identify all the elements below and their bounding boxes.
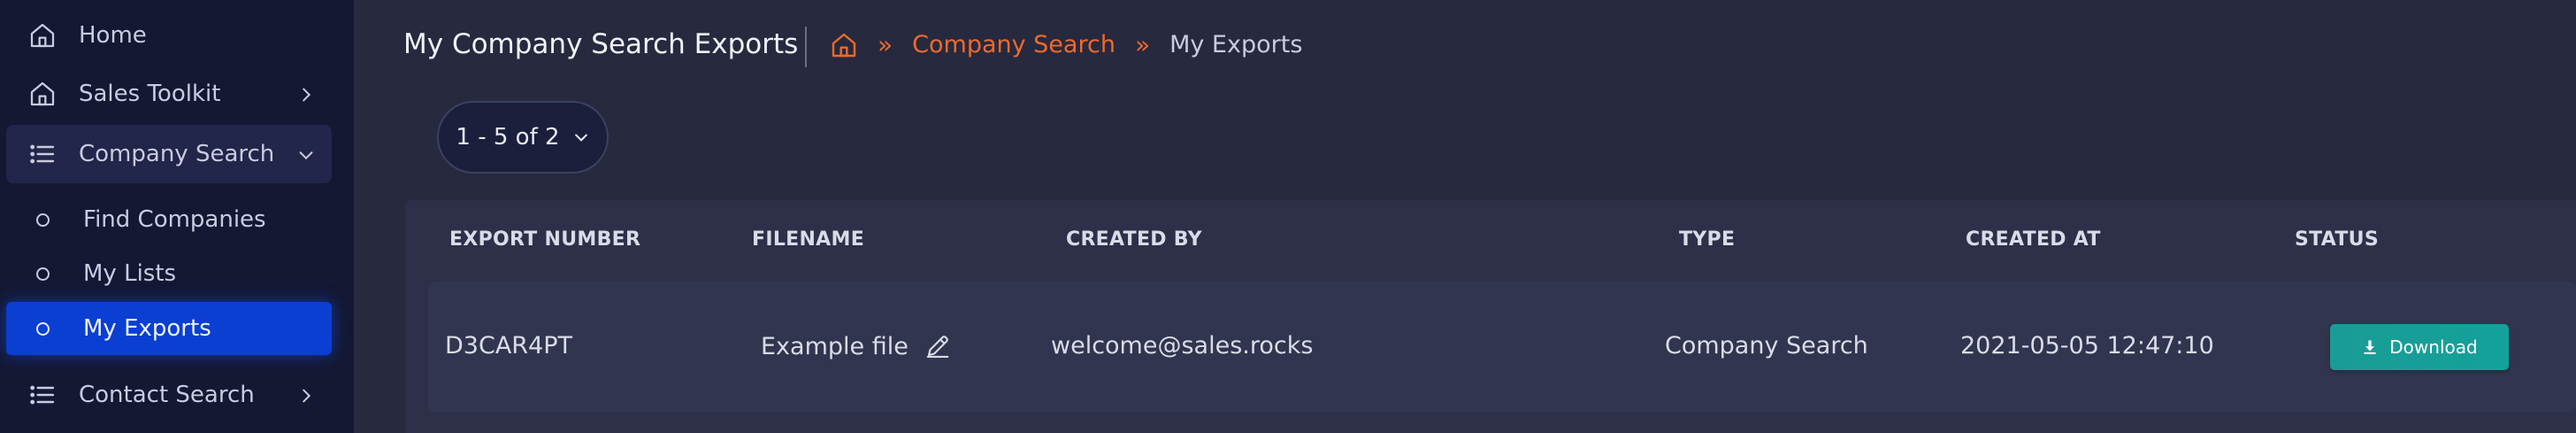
column-header-status[interactable]: STATUS	[2295, 228, 2379, 251]
sidebar-subitem-label: My Lists	[83, 260, 177, 287]
column-header-created-at[interactable]: CREATED AT	[1966, 228, 2101, 251]
home-icon	[27, 79, 58, 109]
circle-icon	[36, 321, 50, 336]
sidebar-subitem-label: My Exports	[83, 315, 211, 342]
download-button[interactable]: Download	[2330, 324, 2509, 370]
sidebar-item-label: Contact Search	[79, 382, 255, 408]
circle-icon	[36, 213, 50, 227]
column-header-export-number[interactable]: EXPORT NUMBER	[449, 228, 640, 251]
breadcrumb-separator: »	[1134, 30, 1151, 59]
pagination-label: 1 - 5 of 2	[456, 124, 560, 151]
column-header-created-by[interactable]: CREATED BY	[1066, 228, 1202, 251]
pencil-icon[interactable]	[924, 333, 951, 360]
cell-created-by: welcome@sales.rocks	[1051, 332, 1314, 360]
breadcrumb-link-company-search[interactable]: Company Search	[912, 31, 1116, 58]
column-header-type[interactable]: TYPE	[1679, 228, 1735, 251]
title-divider	[805, 27, 807, 67]
cell-created-at: 2021-05-05 12:47:10	[1960, 332, 2214, 360]
cell-export-number: D3CAR4PT	[445, 332, 573, 360]
sidebar-item-contact-search[interactable]: Contact Search	[6, 366, 332, 424]
sidebar-item-label: Sales Toolkit	[79, 81, 221, 107]
column-header-filename[interactable]: FILENAME	[752, 228, 864, 251]
sidebar-item-sales-toolkit[interactable]: Sales Toolkit	[6, 65, 332, 123]
filename-text: Example file	[761, 332, 908, 360]
sidebar-subitem-find-companies[interactable]: Find Companies	[6, 193, 332, 246]
breadcrumb-separator: »	[878, 30, 893, 59]
list-icon	[27, 139, 58, 169]
sidebar: Home Sales Toolkit Company Search Find C…	[0, 0, 354, 433]
home-icon	[27, 20, 58, 50]
pagination-dropdown[interactable]: 1 - 5 of 2	[437, 101, 609, 174]
chevron-right-icon	[296, 385, 316, 405]
list-icon	[27, 380, 58, 410]
home-icon[interactable]	[830, 31, 858, 59]
breadcrumb: » Company Search » My Exports	[830, 30, 1302, 59]
circle-icon	[36, 267, 50, 281]
download-button-label: Download	[2389, 336, 2478, 358]
breadcrumb-current: My Exports	[1169, 31, 1303, 58]
sidebar-subitem-my-lists[interactable]: My Lists	[6, 247, 332, 300]
sidebar-subitem-my-exports[interactable]: My Exports	[6, 302, 332, 355]
chevron-right-icon	[296, 84, 316, 104]
sidebar-subitem-label: Find Companies	[83, 206, 266, 233]
sidebar-item-label: Company Search	[79, 141, 275, 167]
sidebar-item-company-search[interactable]: Company Search	[6, 125, 332, 183]
cell-filename: Example file	[747, 315, 965, 377]
download-icon	[2361, 338, 2379, 356]
page-title: My Company Search Exports	[403, 28, 799, 60]
chevron-down-icon	[296, 144, 316, 164]
sidebar-item-home[interactable]: Home	[6, 6, 332, 65]
chevron-down-icon	[572, 128, 590, 146]
cell-type: Company Search	[1665, 332, 1868, 360]
sidebar-item-label: Home	[79, 22, 147, 49]
